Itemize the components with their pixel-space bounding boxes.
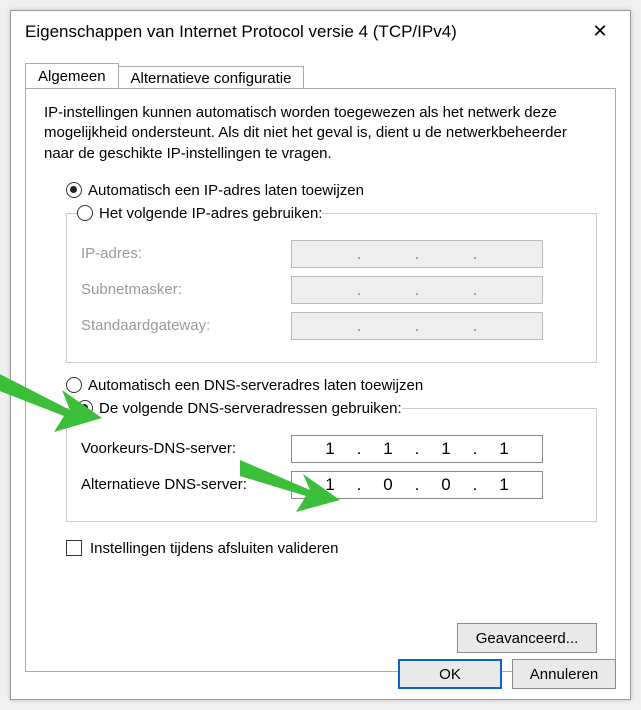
dns-preferred-input[interactable]: 1. 1. 1. 1 (291, 435, 543, 463)
close-icon[interactable]: ✕ (584, 21, 616, 42)
radio-icon (66, 377, 82, 393)
tab-alternate[interactable]: Alternatieve configuratie (118, 66, 305, 90)
checkbox-validate[interactable]: Instellingen tijdens afsluiten valideren (66, 540, 597, 557)
radio-icon (77, 205, 93, 221)
field-label: Voorkeurs-DNS-server: (81, 440, 291, 457)
group-ip-manual: Het volgende IP-adres gebruiken: IP-adre… (66, 205, 597, 363)
row-dns-preferred: Voorkeurs-DNS-server: 1. 1. 1. 1 (81, 435, 582, 463)
radio-ip-manual[interactable]: Het volgende IP-adres gebruiken: (77, 205, 322, 222)
dialog-window: Eigenschappen van Internet Protocol vers… (10, 10, 631, 700)
field-label: Alternatieve DNS-server: (81, 476, 291, 493)
ip-address-input: . . . (291, 240, 543, 268)
dialog-footer: OK Annuleren (398, 659, 616, 689)
ok-button[interactable]: OK (398, 659, 502, 689)
field-label: IP-adres: (81, 245, 291, 262)
gateway-input: . . . (291, 312, 543, 340)
tab-general[interactable]: Algemeen (25, 63, 119, 89)
field-label: Subnetmasker: (81, 281, 291, 298)
radio-dns-auto[interactable]: Automatisch een DNS-serveradres laten to… (66, 377, 597, 394)
checkbox-icon (66, 540, 82, 556)
radio-dns-manual[interactable]: De volgende DNS-serveradressen gebruiken… (77, 400, 402, 417)
titlebar: Eigenschappen van Internet Protocol vers… (11, 11, 630, 52)
radio-label: Automatisch een DNS-serveradres laten to… (88, 377, 423, 394)
dns-alternate-input[interactable]: 1. 0. 0. 1 (291, 471, 543, 499)
tabs: Algemeen Alternatieve configuratie (25, 58, 616, 88)
checkbox-label: Instellingen tijdens afsluiten valideren (90, 540, 339, 557)
row-dns-alternate: Alternatieve DNS-server: 1. 0. 0. 1 (81, 471, 582, 499)
radio-icon (66, 182, 82, 198)
row-subnet: Subnetmasker: . . . (81, 276, 582, 304)
radio-icon (77, 400, 93, 416)
row-ip-address: IP-adres: . . . (81, 240, 582, 268)
field-label: Standaardgateway: (81, 317, 291, 334)
window-title: Eigenschappen van Internet Protocol vers… (25, 22, 584, 42)
row-gateway: Standaardgateway: . . . (81, 312, 582, 340)
subnet-input: . . . (291, 276, 543, 304)
radio-label: Het volgende IP-adres gebruiken: (99, 205, 322, 222)
advanced-button[interactable]: Geavanceerd... (457, 623, 597, 653)
radio-ip-auto[interactable]: Automatisch een IP-adres laten toewijzen (66, 182, 597, 199)
radio-label: Automatisch een IP-adres laten toewijzen (88, 182, 364, 199)
radio-label: De volgende DNS-serveradressen gebruiken… (99, 400, 402, 417)
tab-panel-general: IP-instellingen kunnen automatisch worde… (25, 88, 616, 672)
info-text: IP-instellingen kunnen automatisch worde… (44, 103, 597, 164)
group-dns-manual: De volgende DNS-serveradressen gebruiken… (66, 400, 597, 522)
cancel-button[interactable]: Annuleren (512, 659, 616, 689)
